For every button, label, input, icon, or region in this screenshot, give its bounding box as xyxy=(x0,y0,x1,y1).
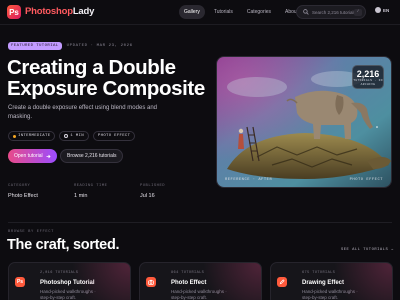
image-caption-right: PHOTO EFFECT xyxy=(349,178,383,182)
image-caption-left: REFERENCE · AFTER xyxy=(225,178,273,182)
stat-value: Jul 16 xyxy=(140,193,155,199)
section-title: The craft, sorted. xyxy=(7,237,120,253)
hero-meta: FEATURED TUTORIAL UPDATED · MAR 23, 2026 xyxy=(8,42,133,50)
stat-label: PUBLISHED xyxy=(140,184,166,188)
open-tutorial-label: Open tutorial xyxy=(14,153,43,159)
featured-badge: FEATURED TUTORIAL xyxy=(8,42,62,50)
search-shortcut-key: / xyxy=(354,9,362,16)
category-card-photo-effect[interactable]: 864 TUTORIALS Photo Effect Hand-picked w… xyxy=(139,262,262,300)
logo-letter: Ps xyxy=(9,7,19,17)
open-tutorial-button[interactable]: Open tutorial xyxy=(8,149,57,163)
stat-value: 1 min xyxy=(74,193,88,199)
search-icon xyxy=(303,9,309,15)
category-card-drawing-effect[interactable]: 675 TUTORIALS Drawing Effect Hand-picked… xyxy=(270,262,393,300)
card-count: 675 TUTORIALS xyxy=(302,271,336,275)
tutorial-count-label: TUTORIALS · IN ARCHIVE xyxy=(353,79,383,86)
language-label: EN xyxy=(383,7,390,13)
level-dot-icon xyxy=(13,134,16,138)
card-count: 864 TUTORIALS xyxy=(171,271,205,275)
browse-tutorials-label: Browse 2,216 tutorials xyxy=(67,153,117,159)
card-description: Hand-picked walkthroughs · step-by-step … xyxy=(171,289,227,300)
card-description: Hand-picked walkthroughs · step-by-step … xyxy=(302,289,358,300)
hero-image-card[interactable]: 2,216 TUTORIALS · IN ARCHIVE REFERENCE ·… xyxy=(216,56,392,188)
globe-icon xyxy=(375,7,381,13)
language-switcher[interactable]: EN xyxy=(375,7,389,13)
stat-published: PUBLISHED Jul 16 xyxy=(140,184,206,199)
hero-chips: INTERMEDIATE 1 MIN PHOTO EFFECT xyxy=(8,131,136,141)
stat-reading-time: READING TIME 1 min xyxy=(74,184,140,199)
card-title: Photoshop Tutorial xyxy=(40,280,95,286)
logo-icon[interactable]: Ps xyxy=(7,5,21,19)
card-title: Drawing Effect xyxy=(302,280,345,286)
arrow-right-icon xyxy=(46,154,51,158)
hero-description: Create a double exposure effect using bl… xyxy=(8,105,157,120)
card-title: Photo Effect xyxy=(171,280,207,286)
tutorial-count-box: 2,216 TUTORIALS · IN ARCHIVE xyxy=(352,65,384,89)
clock-icon xyxy=(64,134,69,138)
chip-level-label: INTERMEDIATE xyxy=(18,134,51,138)
nav-item-gallery[interactable]: Gallery xyxy=(179,5,205,19)
chip-level: INTERMEDIATE xyxy=(8,131,56,141)
stat-label: READING TIME xyxy=(74,184,108,188)
nav-item-tutorials[interactable]: Tutorials xyxy=(209,5,238,19)
photoshop-icon: Ps xyxy=(15,277,25,287)
card-count: 2,016 TUTORIALS xyxy=(40,271,79,275)
stat-category: CATEGORY Photo Effect xyxy=(8,184,74,199)
stat-value: Photo Effect xyxy=(8,193,38,199)
pencil-glyph xyxy=(279,279,285,285)
header-divider xyxy=(0,24,400,25)
chip-category-label: PHOTO EFFECT xyxy=(97,134,131,138)
nav-item-categories[interactable]: Categories xyxy=(242,5,276,19)
chip-duration-label: 1 MIN xyxy=(70,134,84,138)
browse-tutorials-button[interactable]: Browse 2,216 tutorials xyxy=(60,149,124,163)
see-all-tutorials-link[interactable]: SEE ALL TUTORIALS → xyxy=(341,248,394,252)
tutorial-count: 2,216 xyxy=(356,69,380,79)
category-card-photoshop-tutorial[interactable]: Ps 2,016 TUTORIALS Photoshop Tutorial Ha… xyxy=(8,262,131,300)
stat-label: CATEGORY xyxy=(8,184,31,188)
main-nav: Gallery Tutorials Categories About xyxy=(179,5,303,19)
pencil-icon xyxy=(277,277,287,287)
chip-duration: 1 MIN xyxy=(59,131,89,141)
logo-wordmark[interactable]: PhotoshopLady xyxy=(25,6,94,17)
camera-glyph xyxy=(148,279,154,285)
section-divider xyxy=(8,222,392,223)
chip-category: PHOTO EFFECT xyxy=(92,131,136,141)
category-cards: Ps 2,016 TUTORIALS Photoshop Tutorial Ha… xyxy=(8,262,393,300)
card-description: Hand-picked walkthroughs · step-by-step … xyxy=(40,289,96,300)
search-placeholder: Search 2,216 tutorials... xyxy=(312,9,360,15)
photoshop-icon-letter: Ps xyxy=(16,279,24,285)
search-input[interactable]: Search 2,216 tutorials... / xyxy=(296,5,366,19)
logo-name-part2: Lady xyxy=(72,6,95,17)
section-eyebrow: BROWSE BY EFFECT xyxy=(8,230,55,234)
hero-title: Creating a Double Exposure Composite xyxy=(7,56,205,100)
camera-icon xyxy=(146,277,156,287)
logo-name-part1: Photoshop xyxy=(25,6,73,17)
top-bar: Ps PhotoshopLady Gallery Tutorials Categ… xyxy=(0,0,400,24)
hero-stats: CATEGORY Photo Effect READING TIME 1 min… xyxy=(8,184,206,199)
updated-date: UPDATED · MAR 23, 2026 xyxy=(66,44,133,48)
